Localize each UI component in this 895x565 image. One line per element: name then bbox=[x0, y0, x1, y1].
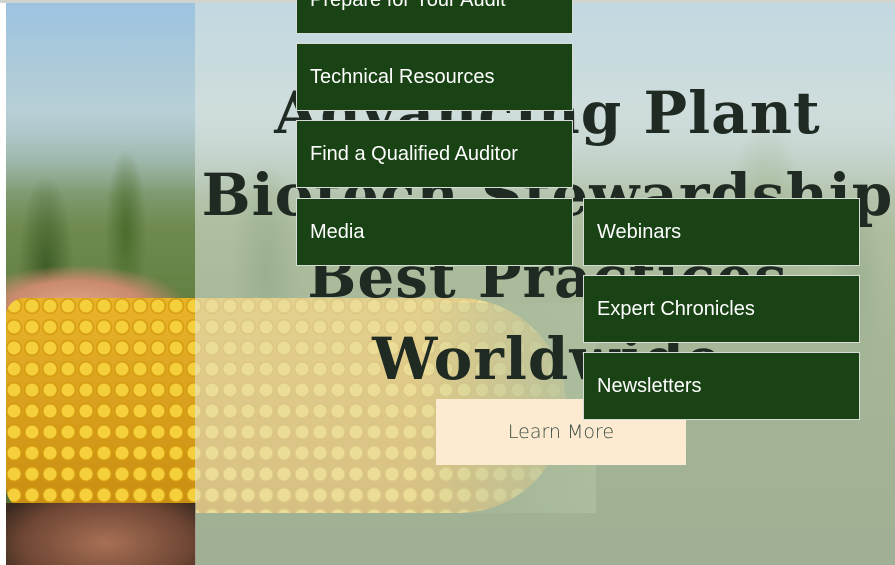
menu-item-media[interactable]: Media bbox=[296, 198, 573, 266]
submenu-item-newsletters[interactable]: Newsletters bbox=[583, 352, 860, 420]
menu-item-prepare-for-your-audit[interactable]: Prepare for Your Audit bbox=[296, 0, 573, 34]
submenu-item-expert-chronicles[interactable]: Expert Chronicles bbox=[583, 275, 860, 343]
hand-palm bbox=[6, 503, 196, 565]
menu-item-find-a-qualified-auditor[interactable]: Find a Qualified Auditor bbox=[296, 120, 573, 188]
menu-item-technical-resources[interactable]: Technical Resources bbox=[296, 43, 573, 111]
submenu-item-webinars[interactable]: Webinars bbox=[583, 198, 860, 266]
